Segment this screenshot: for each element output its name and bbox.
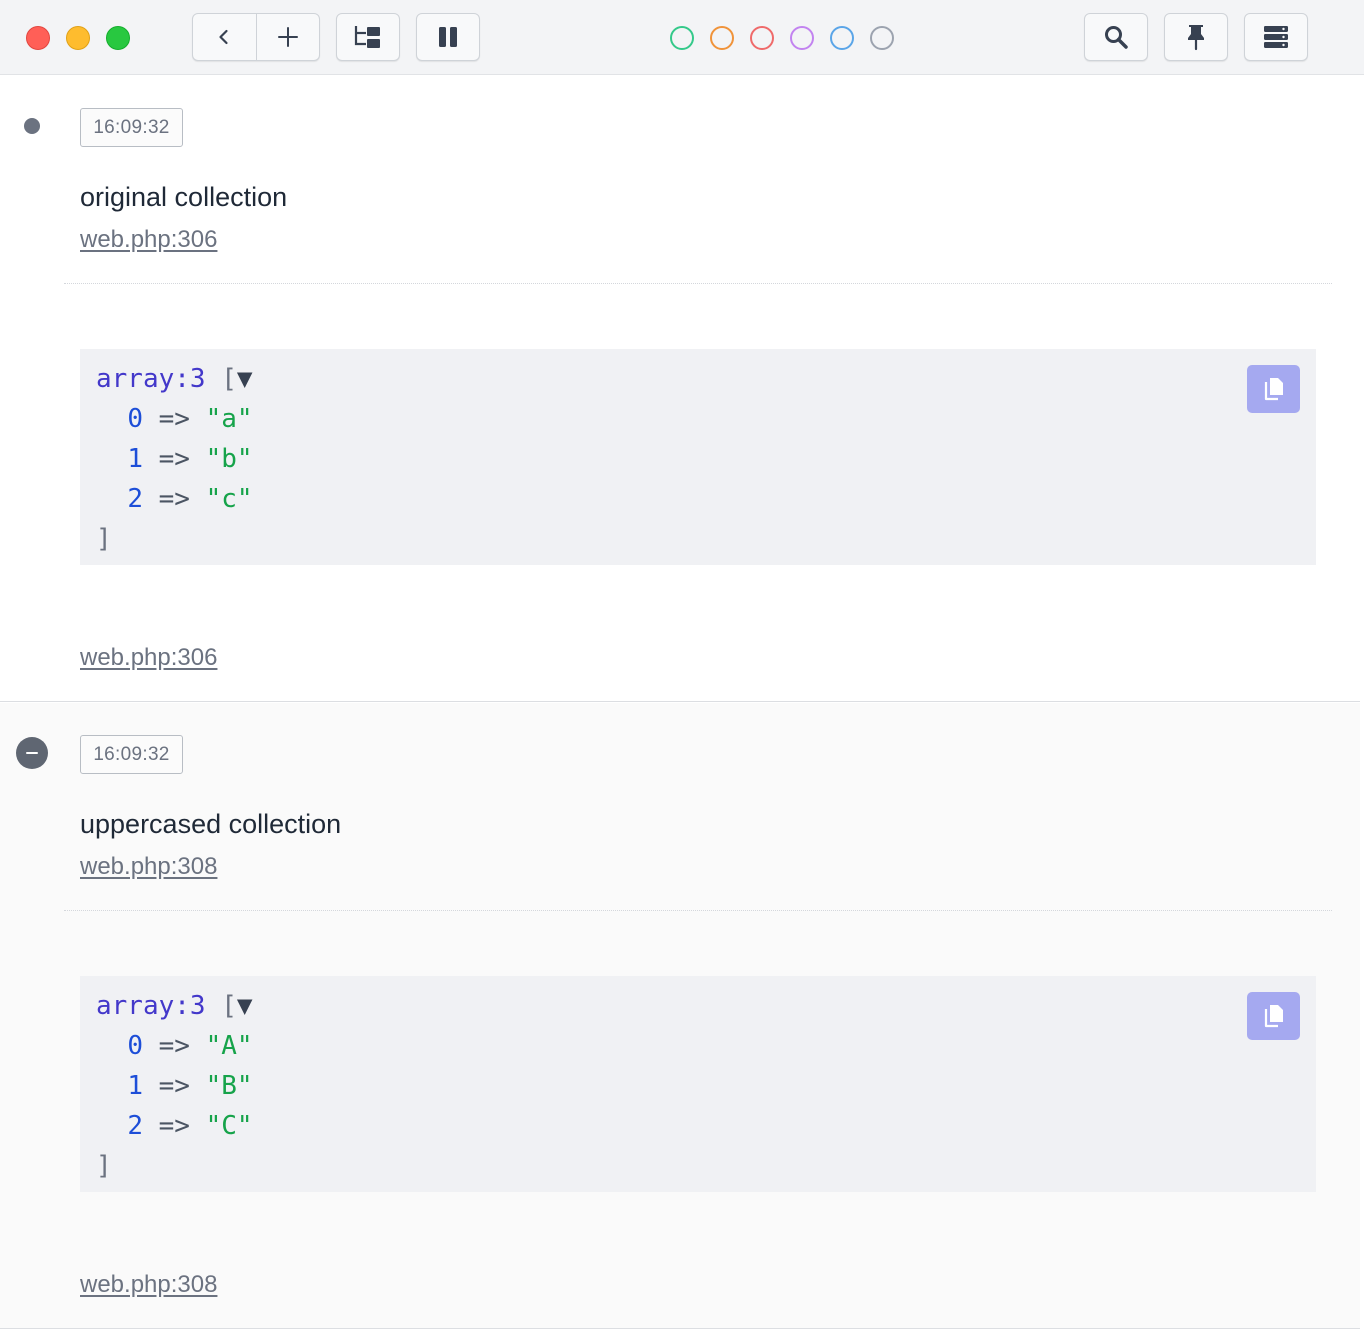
- footer-source-link[interactable]: web.php:306: [80, 644, 217, 672]
- color-filter-red[interactable]: [750, 26, 774, 50]
- array-key: 1: [127, 1071, 143, 1101]
- pin-icon: [1188, 25, 1204, 51]
- dump-block: array:3 [▼ 0 => "A" 1 => "B" 2 => "C" ]: [80, 976, 1316, 1192]
- copy-icon: [1264, 378, 1283, 401]
- search-icon: [1105, 26, 1128, 49]
- copy-button[interactable]: [1247, 365, 1300, 413]
- entry-bullet: [24, 118, 40, 134]
- open-bracket: [: [221, 364, 237, 394]
- array-value: "A": [205, 1031, 253, 1061]
- minus-icon: [26, 752, 38, 754]
- color-filter-orange[interactable]: [710, 26, 734, 50]
- footer-source-link[interactable]: web.php:308: [80, 1271, 217, 1299]
- nav-button-group: [192, 13, 320, 61]
- dump-type: array:3: [96, 991, 206, 1021]
- array-key: 1: [127, 444, 143, 474]
- array-key: 2: [127, 484, 143, 514]
- collapse-entry-button[interactable]: [16, 737, 48, 769]
- folder-tree-icon: [354, 26, 380, 48]
- color-filter-blue[interactable]: [830, 26, 854, 50]
- dump-block: array:3 [▼ 0 => "a" 1 => "b" 2 => "c" ]: [80, 349, 1316, 565]
- arrow-operator: =>: [158, 404, 190, 434]
- entry-label: uppercased collection: [80, 809, 342, 839]
- plus-icon: [277, 27, 298, 47]
- color-filter-purple[interactable]: [790, 26, 814, 50]
- array-value: "B": [205, 1071, 253, 1101]
- array-value: "a": [205, 404, 253, 434]
- close-bracket: ]: [96, 1151, 112, 1181]
- array-key: 2: [127, 1111, 143, 1141]
- settings-button[interactable]: [1244, 13, 1308, 61]
- open-bracket: [: [221, 991, 237, 1021]
- chevron-left-icon: [219, 29, 228, 45]
- toggle-triangle-icon[interactable]: ▼: [237, 991, 253, 1021]
- close-window-button[interactable]: [26, 26, 50, 50]
- timestamp-badge: 16:09:32: [80, 108, 183, 147]
- new-screen-button[interactable]: [255, 14, 320, 60]
- color-filter-gray[interactable]: [870, 26, 894, 50]
- entry-label: original collection: [80, 182, 288, 212]
- minimize-window-button[interactable]: [66, 26, 90, 50]
- divider: [64, 283, 1332, 284]
- array-value: "b": [205, 444, 253, 474]
- source-link[interactable]: web.php:306: [80, 226, 217, 254]
- copy-button[interactable]: [1247, 992, 1300, 1040]
- color-filter-green[interactable]: [670, 26, 694, 50]
- zoom-window-button[interactable]: [106, 26, 130, 50]
- toolbar: [0, 0, 1364, 75]
- source-link[interactable]: web.php:308: [80, 853, 217, 881]
- arrow-operator: =>: [158, 1031, 190, 1061]
- toggle-triangle-icon[interactable]: ▼: [237, 364, 253, 394]
- array-value: "C": [205, 1111, 253, 1141]
- screens-button[interactable]: [336, 13, 400, 61]
- log-entry: 16:09:32 uppercased collection web.php:3…: [0, 703, 1360, 1329]
- dump-type: array:3: [96, 364, 206, 394]
- close-bracket: ]: [96, 524, 112, 554]
- array-value: "c": [205, 484, 253, 514]
- back-button[interactable]: [193, 14, 256, 60]
- divider: [64, 910, 1332, 911]
- pin-button[interactable]: [1164, 13, 1228, 61]
- arrow-operator: =>: [158, 1071, 190, 1101]
- pause-icon: [439, 27, 457, 47]
- array-key: 0: [127, 1031, 143, 1061]
- arrow-operator: =>: [158, 484, 190, 514]
- copy-icon: [1264, 1005, 1283, 1028]
- array-key: 0: [127, 404, 143, 434]
- arrow-operator: =>: [158, 444, 190, 474]
- arrow-operator: =>: [158, 1111, 190, 1141]
- log-entry: 16:09:32 original collection web.php:306…: [0, 76, 1360, 702]
- timestamp-badge: 16:09:32: [80, 735, 183, 774]
- server-stack-icon: [1264, 26, 1288, 48]
- search-button[interactable]: [1084, 13, 1148, 61]
- pause-button[interactable]: [416, 13, 480, 61]
